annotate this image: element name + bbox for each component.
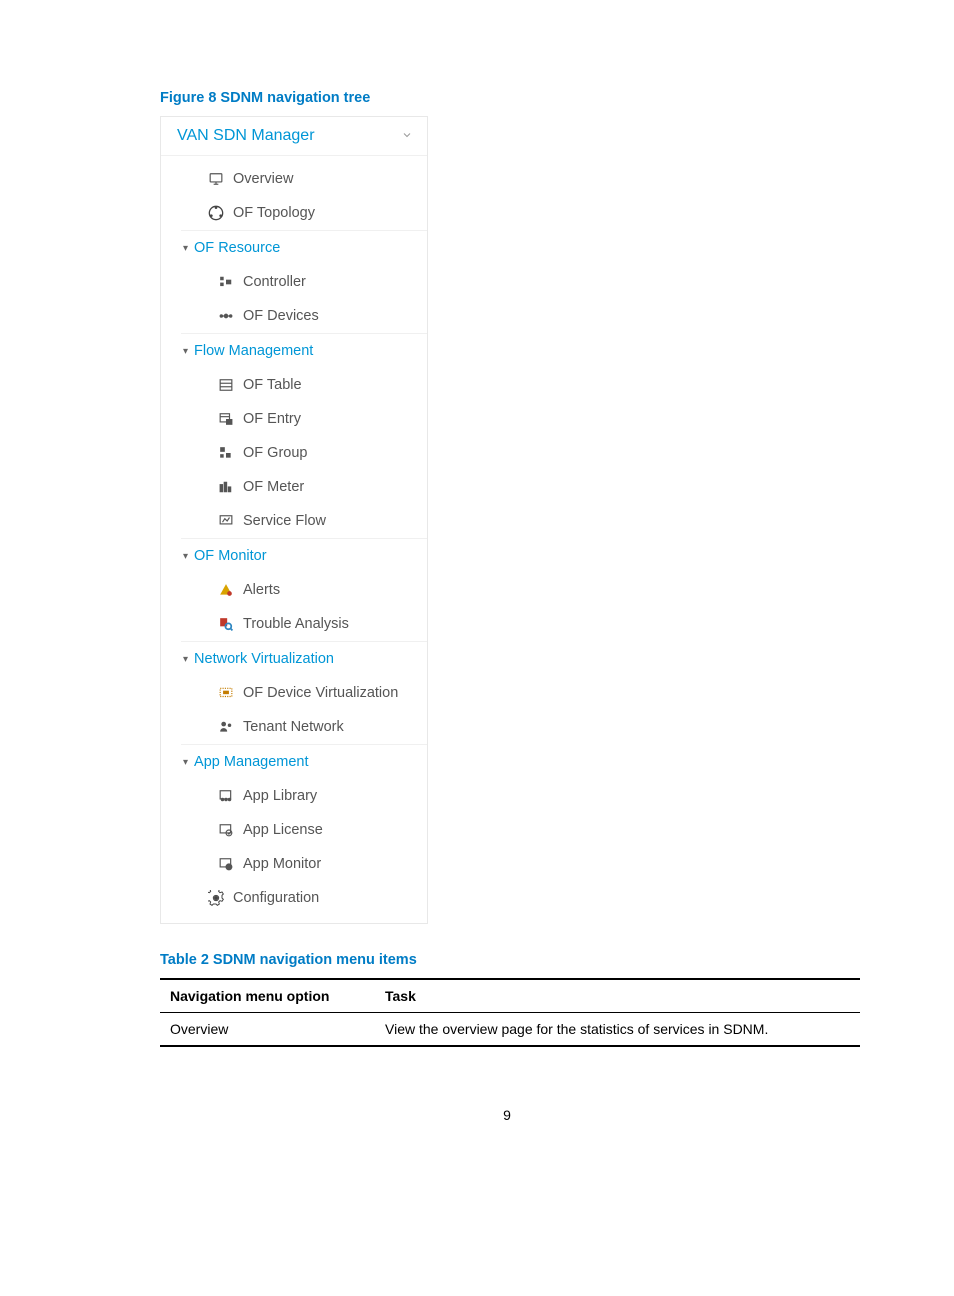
nav-item-label: App License [243,822,323,838]
nav-item-configuration[interactable]: Configuration [161,881,427,915]
nav-item-label: App Monitor [243,856,321,872]
gear-icon [207,890,225,906]
section-label: Flow Management [194,343,313,359]
meter-icon [217,479,235,495]
caret-down-icon: ▾ [183,346,188,357]
group-icon [217,445,235,461]
controller-icon [217,274,235,290]
section-label: Network Virtualization [194,651,334,667]
table-header-task: Task [375,979,860,1013]
nav-item-of-table[interactable]: OF Table [161,368,427,402]
section-of-monitor[interactable]: ▾ OF Monitor [161,539,427,573]
nav-item-label: Service Flow [243,513,326,529]
nav-title: VAN SDN Manager [177,127,315,145]
monitor-icon [207,171,225,187]
section-app-management[interactable]: ▾ App Management [161,745,427,779]
nav-item-controller[interactable]: Controller [161,265,427,299]
chevron-down-icon [401,128,413,144]
flow-icon [217,513,235,529]
cell-option: Overview [160,1013,375,1047]
table-caption: Table 2 SDNM navigation menu items [160,952,854,968]
license-icon [217,822,235,838]
nav-item-of-topology[interactable]: OF Topology [161,196,427,230]
nav-item-label: OF Table [243,377,302,393]
nav-item-of-entry[interactable]: OF Entry [161,402,427,436]
virtual-icon [217,685,235,701]
nav-item-of-meter[interactable]: OF Meter [161,470,427,504]
nav-item-service-flow[interactable]: Service Flow [161,504,427,538]
nav-item-label: Trouble Analysis [243,616,349,632]
figure-caption: Figure 8 SDNM navigation tree [160,90,854,106]
caret-down-icon: ▾ [183,757,188,768]
sdnm-navigation-tree: VAN SDN Manager Overview OF Topology [160,116,428,924]
nav-item-overview[interactable]: Overview [161,162,427,196]
nav-item-label: OF Meter [243,479,304,495]
nav-item-of-device-virtualization[interactable]: OF Device Virtualization [161,676,427,710]
section-network-virtualization[interactable]: ▾ Network Virtualization [161,642,427,676]
nav-item-alerts[interactable]: Alerts [161,573,427,607]
nav-item-label: App Library [243,788,317,804]
nav-item-app-license[interactable]: App License [161,813,427,847]
section-label: App Management [194,754,308,770]
nav-item-label: Alerts [243,582,280,598]
nav-item-tenant-network[interactable]: Tenant Network [161,710,427,744]
nav-item-app-monitor[interactable]: App Monitor [161,847,427,881]
nav-item-label: OF Device Virtualization [243,685,398,701]
nav-item-label: OF Devices [243,308,319,324]
analysis-icon [217,616,235,632]
nav-item-label: Controller [243,274,306,290]
nav-header[interactable]: VAN SDN Manager [161,117,427,156]
section-flow-management[interactable]: ▾ Flow Management [161,334,427,368]
cell-task: View the overview page for the statistic… [375,1013,860,1047]
devices-icon [217,308,235,324]
alert-icon [217,582,235,598]
nav-item-label: OF Entry [243,411,301,427]
caret-down-icon: ▾ [183,243,188,254]
nav-item-app-library[interactable]: App Library [161,779,427,813]
caret-down-icon: ▾ [183,551,188,562]
navigation-menu-table: Navigation menu option Task Overview Vie… [160,978,860,1047]
topology-icon [207,205,225,221]
nav-item-label: Configuration [233,890,319,906]
page-number: 9 [160,1107,854,1123]
nav-item-of-group[interactable]: OF Group [161,436,427,470]
library-icon [217,788,235,804]
nav-item-trouble-analysis[interactable]: Trouble Analysis [161,607,427,641]
nav-item-of-devices[interactable]: OF Devices [161,299,427,333]
tenant-icon [217,719,235,735]
table-icon [217,377,235,393]
nav-item-label: OF Topology [233,205,315,221]
nav-item-label: Overview [233,171,293,187]
nav-item-label: Tenant Network [243,719,344,735]
section-label: OF Monitor [194,548,267,564]
table-header-option: Navigation menu option [160,979,375,1013]
table-row: Overview View the overview page for the … [160,1013,860,1047]
entry-icon [217,411,235,427]
caret-down-icon: ▾ [183,654,188,665]
app-monitor-icon [217,856,235,872]
section-of-resource[interactable]: ▾ OF Resource [161,231,427,265]
nav-item-label: OF Group [243,445,307,461]
section-label: OF Resource [194,240,280,256]
